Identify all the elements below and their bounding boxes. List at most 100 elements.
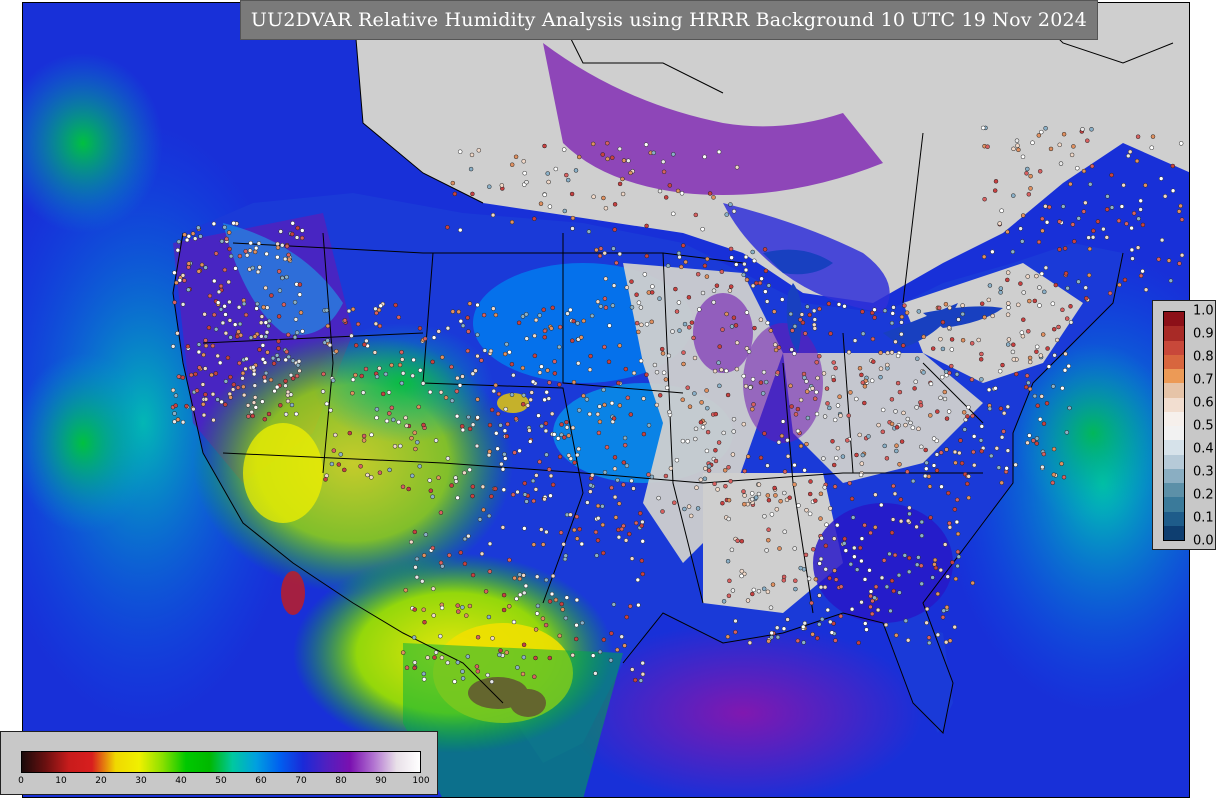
station-dot xyxy=(800,320,806,325)
station-dot xyxy=(641,396,646,401)
station-dot xyxy=(628,604,633,609)
station-dot xyxy=(252,334,258,339)
station-dot xyxy=(462,561,468,567)
station-dot xyxy=(416,404,421,410)
station-dot xyxy=(545,368,550,373)
station-dot xyxy=(879,502,884,508)
station-dot xyxy=(260,357,266,362)
station-dot xyxy=(859,599,864,605)
station-dot xyxy=(682,321,688,327)
station-dot xyxy=(365,472,370,478)
station-dot xyxy=(835,522,840,528)
station-dot xyxy=(845,438,850,443)
station-dot xyxy=(1176,209,1182,214)
station-dot xyxy=(248,335,254,340)
station-dot xyxy=(695,506,701,511)
station-dot xyxy=(611,416,617,421)
station-dot xyxy=(602,296,608,301)
station-dot xyxy=(487,184,492,189)
station-dot xyxy=(716,149,722,155)
station-dot xyxy=(945,574,950,579)
station-dot xyxy=(659,346,665,352)
station-dot xyxy=(627,531,632,537)
station-dot xyxy=(919,519,925,525)
station-dot xyxy=(248,240,253,246)
station-dot xyxy=(265,350,270,355)
station-dot xyxy=(734,366,740,372)
station-dot xyxy=(597,419,603,425)
station-dot xyxy=(630,667,635,672)
station-dot xyxy=(1039,394,1044,399)
station-dot xyxy=(895,353,901,359)
station-dot xyxy=(1087,246,1093,252)
station-dot xyxy=(201,402,206,407)
station-dot xyxy=(490,636,495,641)
station-dot xyxy=(372,350,378,355)
station-dot xyxy=(680,397,685,402)
station-dot xyxy=(958,438,963,443)
station-dot xyxy=(353,343,359,348)
station-dot xyxy=(712,481,717,487)
station-dot xyxy=(186,287,191,292)
station-dot xyxy=(742,493,747,498)
station-dot xyxy=(412,430,417,435)
station-dot xyxy=(817,306,822,312)
station-dot xyxy=(1052,353,1057,358)
station-dot xyxy=(398,443,403,449)
station-dot xyxy=(1025,274,1030,279)
station-dot xyxy=(629,279,634,284)
station-dot xyxy=(603,305,609,310)
station-dot xyxy=(490,212,496,218)
station-dot xyxy=(458,227,463,233)
station-dot xyxy=(673,286,678,292)
station-dot xyxy=(222,225,227,230)
station-dot xyxy=(862,522,867,528)
station-dot xyxy=(333,432,338,438)
station-dot xyxy=(300,228,305,233)
station-dot xyxy=(815,635,820,641)
station-dot xyxy=(257,265,262,270)
station-dot xyxy=(215,397,220,402)
station-dot xyxy=(572,527,577,533)
station-dot xyxy=(889,530,895,535)
station-dot xyxy=(292,300,298,305)
station-dot xyxy=(544,452,549,457)
station-dot xyxy=(1037,303,1042,308)
station-dot xyxy=(475,397,480,402)
station-dot xyxy=(788,311,794,317)
station-dot xyxy=(199,262,205,268)
station-dot xyxy=(758,455,764,461)
station-dot xyxy=(668,466,674,471)
station-dot xyxy=(570,215,576,221)
station-dot xyxy=(601,637,607,642)
station-dot xyxy=(180,273,186,278)
station-dot xyxy=(611,602,617,607)
increment-tick-label: 0.9 xyxy=(1193,326,1214,342)
station-dot xyxy=(860,452,866,458)
station-dot xyxy=(759,276,764,281)
station-dot xyxy=(439,655,445,660)
station-dot xyxy=(417,464,422,469)
station-dot xyxy=(222,267,228,273)
station-dot xyxy=(706,463,712,469)
station-dot xyxy=(1075,165,1080,171)
station-dot xyxy=(615,647,620,653)
station-dot xyxy=(916,555,921,560)
station-dot xyxy=(1126,153,1131,159)
station-dot xyxy=(254,306,259,311)
increment-tick-label: 1.0 xyxy=(1193,303,1214,319)
station-dot xyxy=(172,270,177,275)
station-dot xyxy=(223,330,229,336)
station-dot xyxy=(297,282,303,287)
station-dot xyxy=(1041,421,1047,426)
station-dot xyxy=(798,443,804,449)
station-dot xyxy=(1001,429,1006,434)
station-dot xyxy=(457,383,463,388)
station-dot xyxy=(998,290,1003,295)
station-dot xyxy=(255,269,261,275)
station-dot xyxy=(347,430,353,436)
station-dot xyxy=(201,352,206,358)
station-dot xyxy=(990,249,995,255)
station-dot xyxy=(391,417,396,423)
station-dot xyxy=(600,152,605,157)
